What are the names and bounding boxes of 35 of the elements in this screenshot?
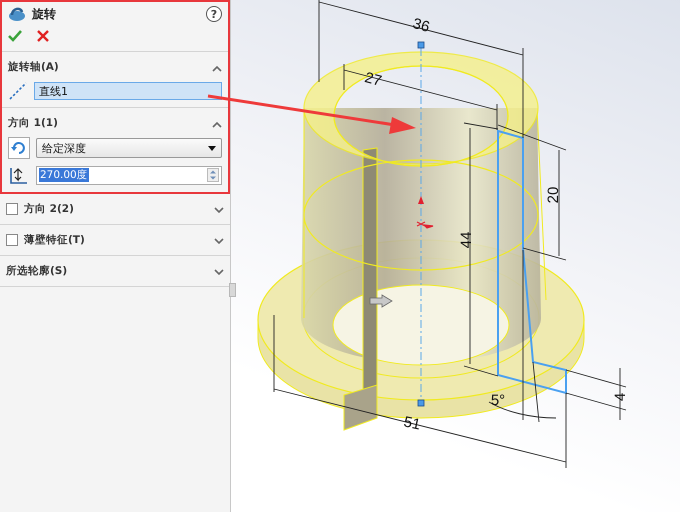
- ok-button[interactable]: [8, 29, 22, 43]
- chevron-down-icon[interactable]: [214, 207, 224, 214]
- help-button[interactable]: ?: [206, 6, 222, 22]
- angle-field[interactable]: 270.00度: [36, 166, 222, 184]
- section-title: 薄壁特征(T): [24, 232, 86, 246]
- dimension-label[interactable]: 4: [612, 392, 629, 402]
- dimension-label[interactable]: 20: [544, 186, 562, 204]
- chevron-down-icon[interactable]: [214, 238, 224, 245]
- dimension-label[interactable]: 5°: [490, 392, 506, 409]
- rotate-arrow-icon: [11, 140, 27, 156]
- origin-icon: [416, 196, 434, 229]
- checkbox[interactable]: [6, 202, 18, 214]
- dimension-label[interactable]: 44: [458, 232, 475, 248]
- chevron-up-icon[interactable]: [212, 65, 222, 72]
- spinner-icon[interactable]: [207, 168, 219, 182]
- section-title: 方向 2(2): [24, 202, 75, 216]
- feature-title: 旋转: [32, 6, 57, 22]
- dimension-label[interactable]: 36: [410, 15, 432, 36]
- chevron-up-icon[interactable]: [212, 121, 222, 128]
- dimension-label[interactable]: 51: [402, 413, 422, 434]
- reverse-direction-button[interactable]: [8, 137, 30, 159]
- pointer-icon: [370, 294, 393, 308]
- checkbox[interactable]: [6, 234, 18, 246]
- revolve-icon: [8, 5, 26, 23]
- cancel-button[interactable]: [36, 29, 50, 43]
- caret-icon: [208, 146, 216, 150]
- end-condition-dropdown[interactable]: 给定深度: [36, 138, 222, 158]
- dimension-label[interactable]: 27: [362, 69, 384, 90]
- axis-line-icon: [8, 81, 28, 101]
- section-title: 所选轮廓(S): [6, 264, 68, 278]
- panel-collapse-handle[interactable]: [229, 283, 236, 297]
- axis-field[interactable]: 直线1: [34, 82, 222, 100]
- section-title: 方向 1(1): [8, 116, 59, 130]
- section-title: 旋转轴(A): [8, 60, 60, 74]
- chevron-down-icon[interactable]: [214, 269, 224, 276]
